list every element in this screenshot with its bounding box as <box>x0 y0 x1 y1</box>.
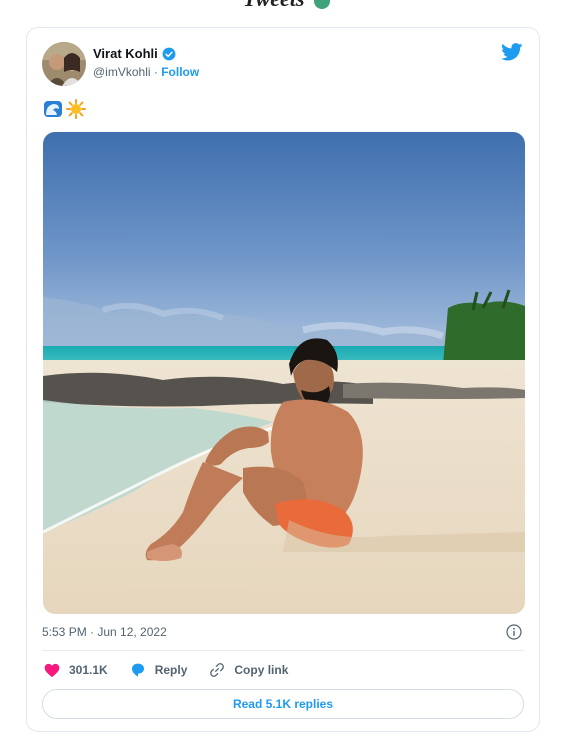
tweet-text <box>43 99 86 119</box>
wave-emoji-icon <box>44 101 62 117</box>
tweet-photo[interactable] <box>43 132 525 614</box>
follow-link[interactable]: Follow <box>161 65 199 79</box>
author-name-row: Virat Kohli <box>93 46 176 61</box>
reply-bubble-icon <box>131 663 144 677</box>
reply-button[interactable]: Reply <box>130 662 188 678</box>
tweet-card: Virat Kohli @imVkohli · Follow 5:53 PM ·… <box>26 27 540 732</box>
link-icon <box>210 663 225 677</box>
like-count: 301.1K <box>69 663 108 677</box>
author-handle[interactable]: @imVkohli <box>93 65 151 79</box>
page-header: Tweets <box>0 0 573 12</box>
reply-label: Reply <box>154 663 188 677</box>
tweet-actions: 301.1K Reply Copy link <box>44 662 310 678</box>
verified-badge-icon <box>162 47 176 60</box>
handle-row: @imVkohli · Follow <box>93 65 199 79</box>
copy-link-button[interactable]: Copy link <box>209 662 288 678</box>
read-replies-label: Read 5.1K replies <box>232 697 334 711</box>
info-icon[interactable] <box>506 624 522 640</box>
page-header-title: Tweets <box>243 0 305 11</box>
tweet-timestamp[interactable]: 5:53 PM · Jun 12, 2022 <box>42 625 167 639</box>
handle-separator: · <box>153 65 158 79</box>
like-button[interactable]: 301.1K <box>44 663 108 678</box>
divider <box>42 650 524 651</box>
header-emoji-icon <box>314 0 330 9</box>
sun-emoji-icon <box>66 99 86 119</box>
copy-link-label: Copy link <box>234 663 289 677</box>
author-name[interactable]: Virat Kohli <box>93 46 158 61</box>
heart-icon <box>44 663 60 677</box>
avatar[interactable] <box>42 42 86 86</box>
read-replies-button[interactable]: Read 5.1K replies <box>42 689 524 719</box>
twitter-bird-icon[interactable] <box>501 43 523 61</box>
